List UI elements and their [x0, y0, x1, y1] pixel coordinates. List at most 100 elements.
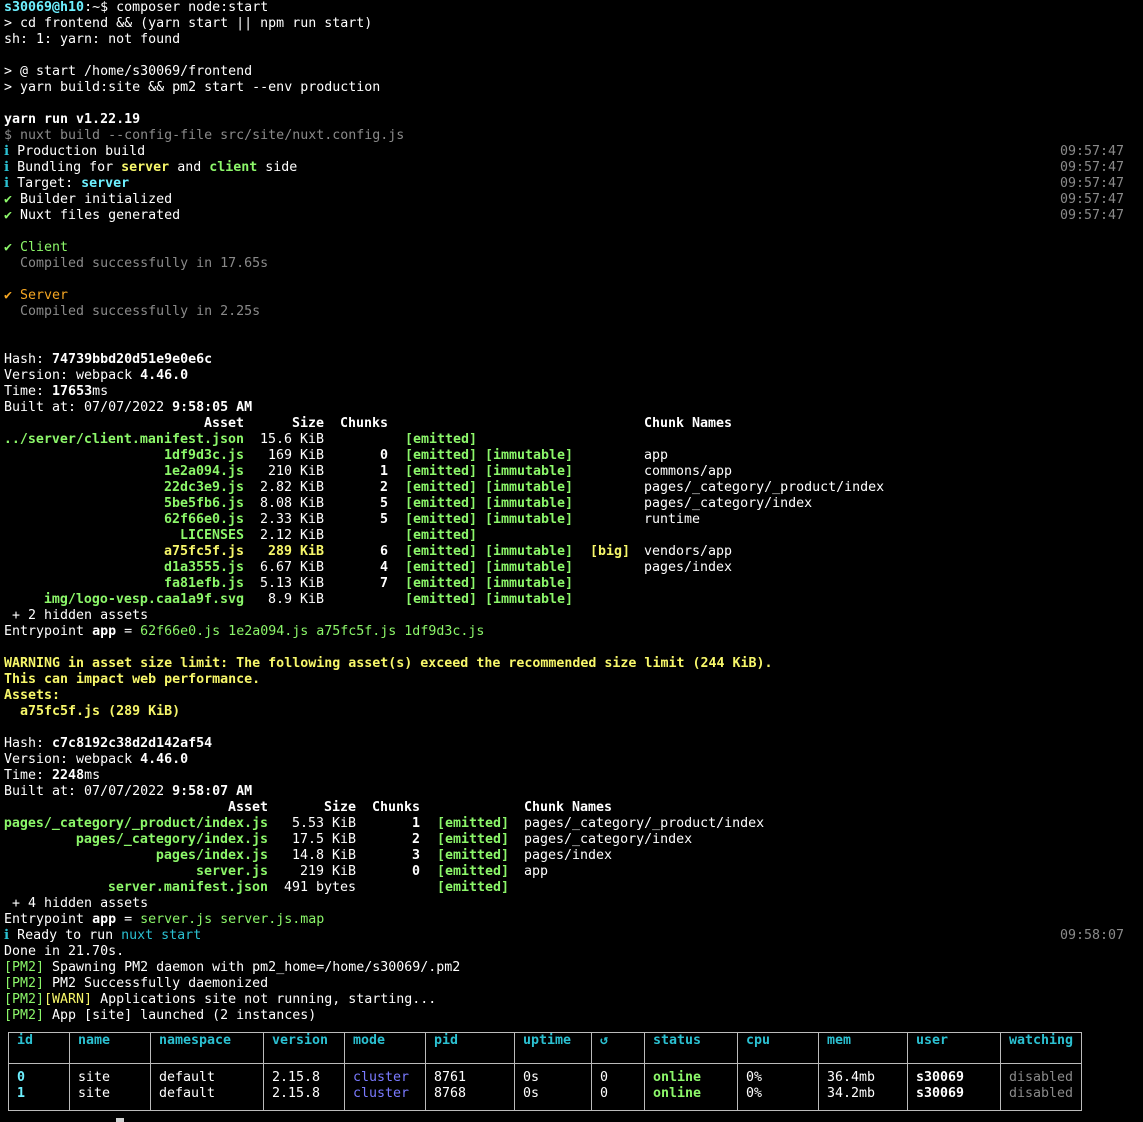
asset-immutable: [immutable] [485, 496, 574, 511]
time-unit: ms [92, 384, 109, 399]
built-time: 9:58:05 AM [172, 400, 253, 415]
asset-size: 491 bytes [283, 880, 356, 895]
asset-size: 2.12 KiB [259, 528, 324, 543]
pm2-value-watching: disabled [1009, 1086, 1074, 1101]
pm2-value-mode: cluster [353, 1086, 410, 1101]
build-info-highlight: server [81, 176, 130, 191]
prompt-path: :~$ [84, 0, 109, 15]
pm2-cell-mode: cluster cluster [344, 1063, 426, 1111]
asset-chunk: 4 [379, 560, 388, 575]
asset-chunk-name: runtime [644, 512, 701, 527]
build-info-highlight: client [209, 160, 258, 175]
asset-chunk: 1 [411, 816, 420, 831]
pm2-cell-version: 2.15.8 2.15.8 [263, 1063, 345, 1111]
pm2-value-namespace: default [159, 1086, 216, 1101]
time-label: Time: [4, 384, 53, 399]
build1-version: Version: webpack 4.46.0 [4, 368, 188, 384]
build-info-text: Nuxt files generated [12, 208, 181, 223]
asset-chunk-name: pages/index [524, 848, 613, 863]
asset-chunk-name: vendors/app [644, 544, 733, 559]
output-line: > yarn build:site && pm2 start --env pro… [4, 80, 381, 95]
pm2-log-text: App [site] launched (2 instances) [44, 1008, 317, 1023]
asset-immutable: [immutable] [485, 512, 574, 527]
terminal-window[interactable]: s30069@h10:~$ composer node:start > cd f… [0, 0, 1143, 1122]
output-line: > cd frontend && (yarn start || npm run … [4, 16, 373, 31]
col-header-size: Size [291, 416, 324, 431]
time-value: 17653 [52, 384, 93, 399]
time-unit: ms [84, 768, 101, 783]
nuxt-build-command: $ nuxt build --config-file src/site/nuxt… [4, 128, 405, 143]
asset-emitted: [emitted] [405, 480, 478, 495]
pm2-value-pid: 8761 [434, 1070, 467, 1085]
pm2-log-text: PM2 Successfully daemonized [44, 976, 269, 991]
build1-built-at: Built at: 07/07/2022 9:58:05 AM [4, 400, 252, 416]
asset-chunk-name: pages/index [644, 560, 733, 575]
asset-chunk: 2 [411, 832, 420, 847]
pm2-process-table: id name namespace version mode pid uptime ↺ stat… [8, 1032, 1083, 1111]
asset-size: 6.67 KiB [259, 560, 324, 575]
prompt-line: s30069@h10:~$ composer node:start [4, 0, 268, 16]
asset-emitted: [emitted] [437, 880, 510, 895]
asset-big: [big] [590, 544, 631, 559]
asset-immutable: [immutable] [485, 464, 574, 479]
warning-asset: a75fc5f.js (289 KiB) [4, 704, 181, 719]
col-header-chunks: Chunks [340, 416, 389, 431]
col-header-chunks: Chunks [372, 800, 421, 815]
hash-label: Hash: [4, 736, 53, 751]
asset-chunk: 0 [379, 448, 388, 463]
timestamp: 09:57:47 [1059, 208, 1124, 223]
build-info-text: Builder initialized [12, 192, 173, 207]
timestamp: 09:58:07 [1059, 928, 1124, 943]
build-info-text: Target: [9, 176, 82, 191]
col-header-size: Size [323, 800, 356, 815]
timestamp: 09:57:47 [1059, 192, 1124, 207]
asset-immutable: [immutable] [485, 480, 574, 495]
asset-chunk: 1 [379, 464, 388, 479]
asset-emitted: [emitted] [405, 544, 478, 559]
hash-label: Hash: [4, 352, 53, 367]
asset-emitted: [emitted] [405, 496, 478, 511]
entry-name: app [92, 624, 117, 639]
pm2-col-header: mode [344, 1032, 426, 1064]
server-compiled: Compiled successfully in 2.25s [4, 304, 261, 319]
ready-command: nuxt start [121, 928, 202, 943]
pm2-value-uptime: 0s [523, 1070, 540, 1085]
hash-value: 74739bbd20d51e9e0e6c [52, 352, 213, 367]
asset-size: 8.08 KiB [259, 496, 324, 511]
pm2-value-uptime: 0s [523, 1086, 540, 1101]
pm2-value-mem: 36.4mb [827, 1070, 876, 1085]
asset-size: 14.8 KiB [291, 848, 356, 863]
pm2-col-header: id [8, 1032, 70, 1064]
check-icon: ✔ [4, 288, 13, 303]
col-header-chunk-names: Chunk Names [524, 800, 613, 815]
asset-emitted: [emitted] [405, 432, 478, 447]
asset-name: 1e2a094.js [163, 464, 244, 479]
asset-emitted: [emitted] [405, 448, 478, 463]
entry-files: server.js server.js.map [140, 912, 325, 927]
asset-emitted: [emitted] [405, 512, 478, 527]
check-icon: ✔ [4, 208, 13, 223]
pm2-warn-tag: [WARN] [44, 992, 93, 1007]
build-info-text: and [169, 160, 210, 175]
asset-name: server.js [195, 864, 268, 879]
asset-emitted: [emitted] [405, 528, 478, 543]
pm2-value-cpu: 0% [746, 1070, 763, 1085]
check-icon: ✔ [4, 240, 13, 255]
asset-emitted: [emitted] [437, 864, 510, 879]
pm2-cell-uptime: 0s 0s [514, 1063, 592, 1111]
asset-emitted: [emitted] [405, 592, 478, 607]
build-info-text: Production build [9, 144, 146, 159]
asset-name: d1a3555.js [163, 560, 244, 575]
entry-files: 62f66e0.js 1e2a094.js a75fc5f.js 1df9d3c… [140, 624, 485, 639]
asset-immutable: [immutable] [485, 544, 574, 559]
version-value: 4.46.0 [140, 368, 189, 383]
col-header-asset: Asset [227, 800, 268, 815]
warning-line: WARNING in asset size limit: The followi… [4, 656, 773, 671]
build2-hidden-assets: + 4 hidden assets [4, 896, 149, 911]
asset-name: pages/_category/index.js [75, 832, 268, 847]
asset-name: 62f66e0.js [163, 512, 244, 527]
output-line: > @ start /home/s30069/frontend [4, 64, 253, 79]
pm2-value-cpu: 0% [746, 1086, 763, 1101]
pm2-log-line: [PM2] Spawning PM2 daemon with pm2_home=… [4, 960, 460, 976]
pm2-tag: [PM2] [4, 960, 45, 975]
